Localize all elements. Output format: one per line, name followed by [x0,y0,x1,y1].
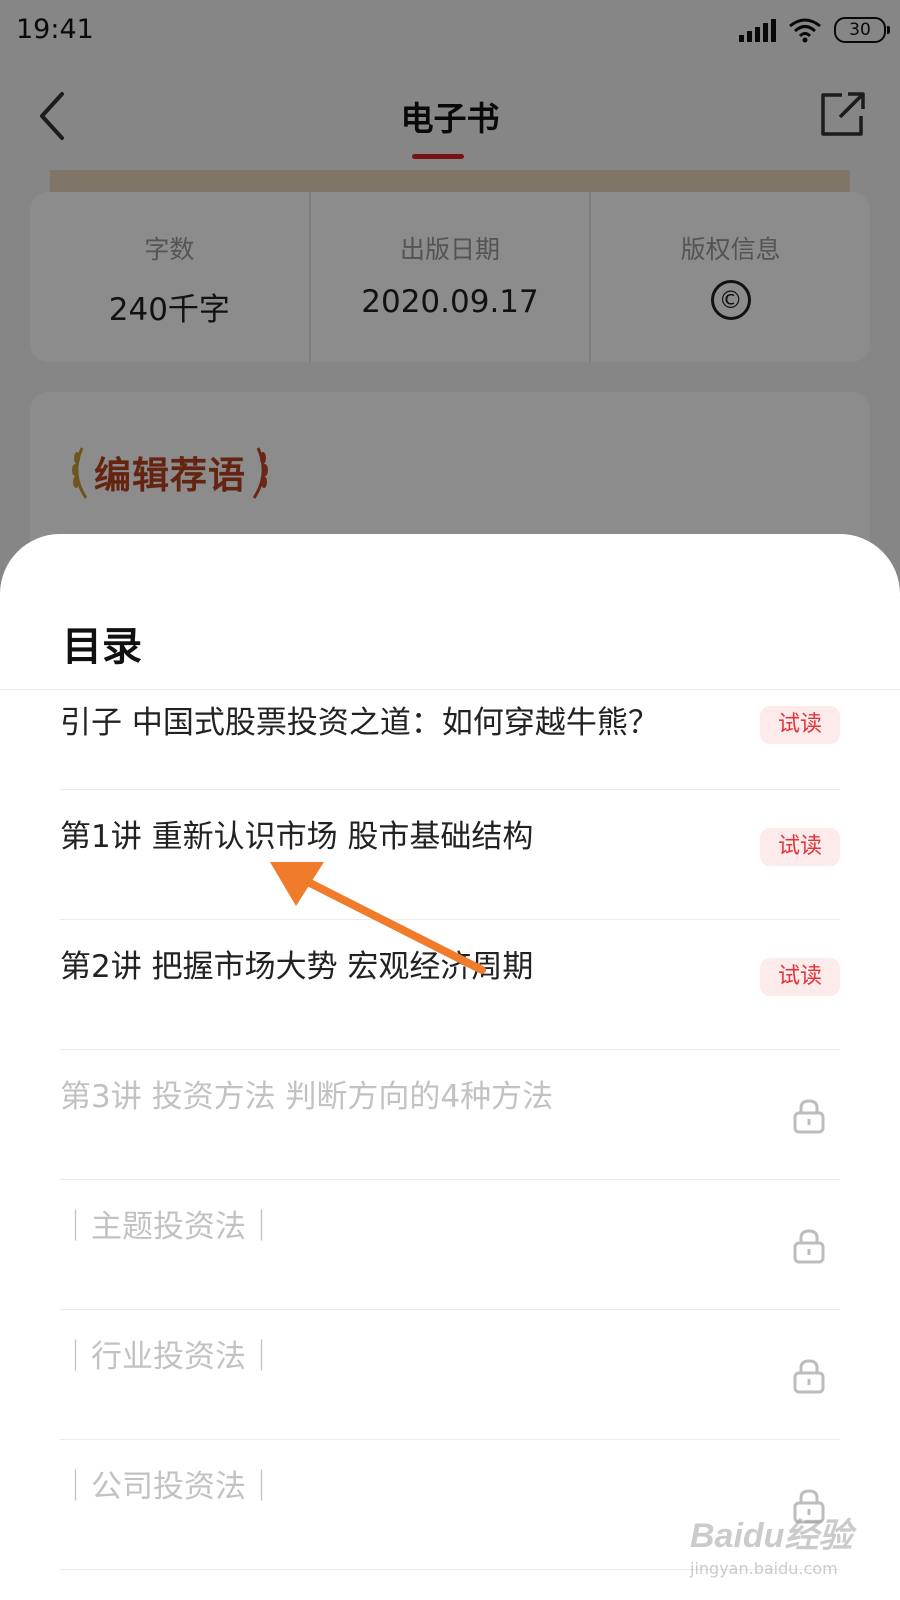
toc-item-locked[interactable]: ｜主题投资法｜ [60,1180,840,1310]
toc-item-locked[interactable]: ｜行业投资法｜ [60,1310,840,1440]
lock-icon [793,1099,825,1134]
toc-list: 引子 中国式股票投资之道：如何穿越牛熊？ 试读 第1讲 重新认识市场 股市基础结… [60,690,840,1570]
watermark-logo: Baidu经验 [690,1517,853,1555]
toc-item[interactable]: 引子 中国式股票投资之道：如何穿越牛熊？ 试读 [60,690,840,790]
toc-item-locked[interactable]: 第3讲 投资方法 判断方向的4种方法 [60,1050,840,1180]
annotation-arrow-icon [270,862,486,974]
watermark: Baidu经验 jingyan.baidu.com [690,1508,880,1588]
trial-read-badge: 试读 [760,706,840,744]
trial-read-badge: 试读 [760,958,840,996]
toc-item-title: ｜行业投资法｜ [60,1339,277,1375]
watermark-url: jingyan.baidu.com [690,1559,838,1578]
screen: 19:41 30 电子书 字数 240千字 出版日期 2020.09.17 版权… [0,0,900,1600]
toc-item-title: ｜公司投资法｜ [60,1469,277,1505]
toc-title: 目录 [62,624,142,670]
toc-item-title: 引子 中国式股票投资之道：如何穿越牛熊？ [60,705,659,741]
lock-icon [793,1229,825,1264]
toc-item-title: ｜主题投资法｜ [60,1209,277,1245]
toc-sheet: 目录 引子 中国式股票投资之道：如何穿越牛熊？ 试读 第1讲 重新认识市场 股市… [0,534,900,1600]
toc-item-title: 第3讲 投资方法 判断方向的4种方法 [60,1079,554,1115]
lock-icon [793,1359,825,1394]
trial-read-badge: 试读 [760,828,840,866]
